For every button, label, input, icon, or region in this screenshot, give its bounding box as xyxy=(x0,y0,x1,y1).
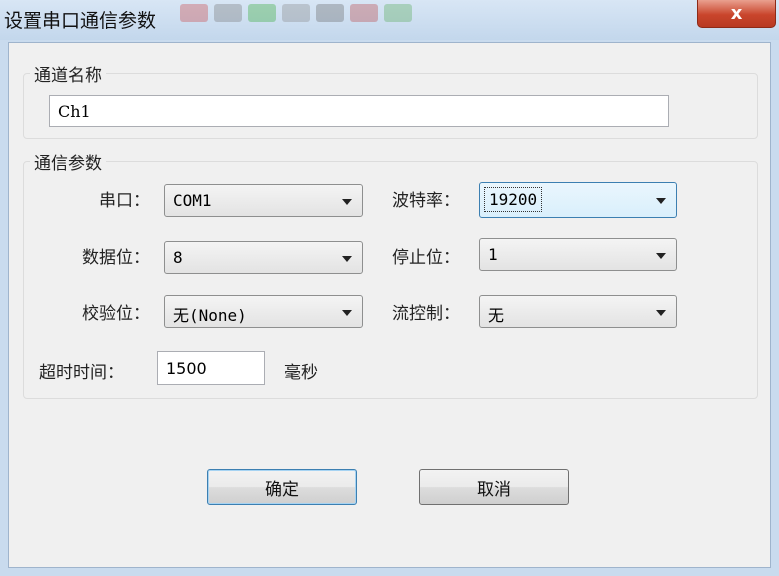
stopbits-value: 1 xyxy=(488,245,498,264)
databits-select[interactable]: 8 xyxy=(164,241,363,274)
parity-select[interactable]: 无(None) xyxy=(164,295,363,328)
dialog-body: 通道名称 Ch1 通信参数 串口： COM1 波特率： 19200 数据位： 8… xyxy=(8,42,771,568)
flow-value: 无 xyxy=(488,306,505,325)
chevron-down-icon xyxy=(656,198,666,204)
ok-button[interactable]: 确定 xyxy=(207,469,357,505)
chevron-down-icon xyxy=(342,310,352,316)
chevron-down-icon xyxy=(342,199,352,205)
close-button[interactable]: x xyxy=(697,0,776,28)
timeout-unit: 毫秒 xyxy=(284,363,318,383)
chevron-down-icon xyxy=(342,256,352,262)
flow-select[interactable]: 无 xyxy=(479,295,677,328)
baud-label: 波特率： xyxy=(392,191,460,211)
parity-label: 校验位： xyxy=(82,304,150,324)
title-bar: 设置串口通信参数 x xyxy=(0,0,779,40)
comm-params-legend: 通信参数 xyxy=(34,154,102,174)
cancel-button[interactable]: 取消 xyxy=(419,469,569,505)
window-title: 设置串口通信参数 xyxy=(4,10,157,32)
chevron-down-icon xyxy=(656,310,666,316)
port-select[interactable]: COM1 xyxy=(164,184,363,217)
close-icon: x xyxy=(730,3,743,24)
stopbits-select[interactable]: 1 xyxy=(479,238,677,271)
port-value: COM1 xyxy=(173,191,212,210)
stopbits-label: 停止位： xyxy=(392,248,460,268)
databits-label: 数据位： xyxy=(82,248,150,268)
parity-value: 无(None) xyxy=(173,306,247,325)
port-label: 串口： xyxy=(99,191,150,211)
background-toolbar-ghost xyxy=(180,4,412,26)
channel-name-input[interactable]: Ch1 xyxy=(49,95,669,127)
flow-label: 流控制： xyxy=(392,304,460,324)
baud-value: 19200 xyxy=(484,187,543,212)
baud-select[interactable]: 19200 xyxy=(479,182,677,218)
timeout-input[interactable]: 1500 xyxy=(157,351,265,385)
timeout-label: 超时时间： xyxy=(39,363,124,383)
databits-value: 8 xyxy=(173,248,183,267)
channel-name-legend: 通道名称 xyxy=(34,66,102,86)
chevron-down-icon xyxy=(656,253,666,259)
